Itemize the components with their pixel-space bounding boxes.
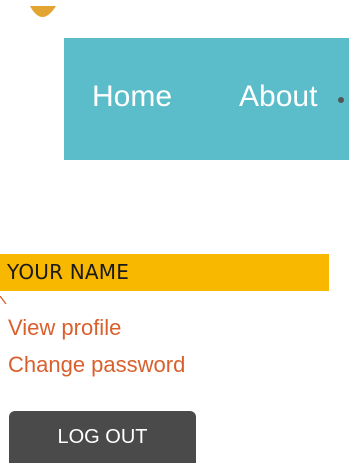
nav-about-link[interactable]: About (239, 82, 317, 112)
view-profile-link[interactable]: View profile (8, 317, 121, 339)
nav-home-link[interactable]: Home (92, 82, 172, 112)
user-name-header: YOUR NAME (0, 254, 329, 291)
dot-separator-icon (338, 97, 344, 103)
user-name: YOUR NAME (7, 260, 130, 284)
change-password-link[interactable]: Change password (8, 354, 185, 376)
caret-icon (0, 296, 7, 304)
logout-button[interactable]: LOG OUT (9, 411, 196, 463)
logo-icon[interactable] (0, 0, 120, 26)
